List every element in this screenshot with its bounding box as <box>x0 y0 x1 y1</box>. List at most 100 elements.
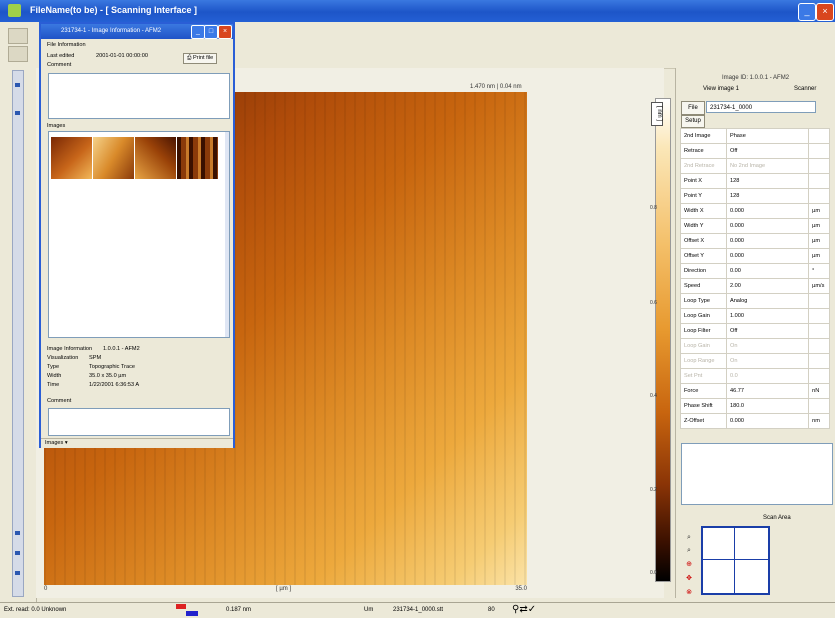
center-icon[interactable]: ⊕ <box>684 560 694 570</box>
file-window-maximize-button[interactable]: □ <box>204 25 218 39</box>
file-window-close-button[interactable]: × <box>218 25 232 39</box>
images-dropdown[interactable]: Images ▾ <box>45 440 68 446</box>
parameter-row[interactable]: Direction 0.00 ° <box>680 263 830 279</box>
title-bar: FileName(to be) - [ Scanning Interface ]… <box>0 0 835 22</box>
tool-button[interactable] <box>8 46 28 62</box>
scan-area-selector[interactable] <box>701 526 770 595</box>
parameter-name: Width X <box>680 203 727 219</box>
parameter-row[interactable]: 2nd Image Phase <box>680 128 830 144</box>
notes-box[interactable] <box>681 443 833 505</box>
info-value: SPM <box>89 355 102 361</box>
parameter-unit: µm <box>808 233 830 249</box>
parameter-value[interactable]: 0.0 <box>725 368 810 384</box>
file-name-field[interactable]: 231734-1_0000 <box>706 101 816 113</box>
move-icon[interactable]: ✥ <box>684 574 694 584</box>
zoom-out-icon[interactable]: ⌕ <box>684 546 694 556</box>
parameter-name: Width Y <box>680 218 727 234</box>
parameter-value[interactable]: 0.000 <box>725 218 810 234</box>
parameter-value[interactable]: Analog <box>725 293 810 309</box>
thumbnail-scrollbar[interactable] <box>225 132 229 337</box>
print-file-button[interactable]: ⎙ Print file <box>183 53 218 64</box>
parameter-value[interactable]: 128 <box>725 173 810 189</box>
image-thumbnail[interactable] <box>51 137 92 179</box>
parameter-value[interactable]: 2.00 <box>725 278 810 294</box>
parameter-row[interactable]: Loop Range On <box>680 353 830 369</box>
image-thumbnail[interactable] <box>135 137 176 179</box>
parameter-value[interactable]: Off <box>725 143 810 159</box>
parameter-name: Set Pnt <box>680 368 727 384</box>
parameter-value[interactable]: On <box>725 353 810 369</box>
parameter-row[interactable]: Loop Type Analog <box>680 293 830 309</box>
parameter-row[interactable]: Width X 0.000 µm <box>680 203 830 219</box>
close-button[interactable]: × <box>816 3 834 21</box>
image-comment-box[interactable] <box>48 408 230 436</box>
image-thumbnail[interactable] <box>177 137 218 179</box>
info-value: 35.0 x 35.0 µm <box>89 373 127 379</box>
parameter-row[interactable]: Loop Gain On <box>680 338 830 354</box>
parameter-value[interactable]: No 2nd Image <box>725 158 810 174</box>
parameter-row[interactable]: Force 46.77 nN <box>680 383 830 399</box>
parameter-row[interactable]: Loop Gain 1.000 <box>680 308 830 324</box>
parameter-value[interactable]: Off <box>725 323 810 339</box>
parameter-value[interactable]: 0.000 <box>725 413 810 429</box>
parameter-value[interactable]: Phase <box>725 128 810 144</box>
parameter-value[interactable]: 0.000 <box>725 248 810 264</box>
parameter-row[interactable]: Speed 2.00 µm/s <box>680 278 830 294</box>
reset-icon[interactable]: ⊗ <box>684 588 694 598</box>
colorbar-tick: 0.4 <box>650 393 657 399</box>
parameter-name: Loop Gain <box>680 338 727 354</box>
parameter-unit <box>808 323 830 339</box>
status-bar: Ext. read: 0.0 Unknown 0.187 nm Um 23173… <box>0 602 835 618</box>
parameter-name: Offset Y <box>680 248 727 264</box>
last-edited-value: 2001-01-01 00:00:00 <box>96 53 148 59</box>
ruler-marker <box>15 111 20 115</box>
parameter-row[interactable]: Offset X 0.000 µm <box>680 233 830 249</box>
file-window-title: 231734-1 - Image Information - AFM2 <box>61 28 162 34</box>
parameter-value[interactable]: 180.0 <box>725 398 810 414</box>
parameter-unit <box>808 173 830 189</box>
file-window-minimize-button[interactable]: _ <box>191 25 205 39</box>
file-information-label: File Information <box>47 42 86 48</box>
parameter-value[interactable]: 128 <box>725 188 810 204</box>
parameter-row[interactable]: 2nd Retrace No 2nd Image <box>680 158 830 174</box>
parameter-value[interactable]: 46.77 <box>725 383 810 399</box>
zoom-in-icon[interactable]: ⌕ <box>684 533 694 543</box>
parameter-row[interactable]: Point X 128 <box>680 173 830 189</box>
parameter-value[interactable]: 0.000 <box>725 233 810 249</box>
file-window-title-bar[interactable]: 231734-1 - Image Information - AFM2 _ □ … <box>41 24 233 39</box>
parameter-row[interactable]: Loop Filter Off <box>680 323 830 339</box>
parameter-unit <box>808 143 830 159</box>
parameter-value[interactable]: 0.000 <box>725 203 810 219</box>
image-thumbnail[interactable] <box>93 137 134 179</box>
minimize-button[interactable]: _ <box>798 3 816 21</box>
file-comment-box[interactable] <box>48 73 230 119</box>
parameter-row[interactable]: Retrace Off <box>680 143 830 159</box>
status-file: 231734-1_0000.stt <box>393 607 444 613</box>
parameter-value[interactable]: 1.000 <box>725 308 810 324</box>
parameter-value[interactable]: On <box>725 338 810 354</box>
parameter-row[interactable]: Phase Shift 180.0 <box>680 398 830 414</box>
colorbar-unit: [ nm ] <box>651 102 663 126</box>
parameter-value[interactable]: 0.00 <box>725 263 810 279</box>
parameter-name: Retrace <box>680 143 727 159</box>
ruler-marker <box>15 83 20 87</box>
scanner-label: Scanner <box>794 86 817 92</box>
info-value: 1/22/2001 6:36:53 A <box>89 382 140 388</box>
tool-icons[interactable]: ⚲⇄✓ <box>512 604 536 615</box>
parameter-unit <box>808 158 830 174</box>
printer-icon: ⎙ <box>187 55 192 61</box>
vertical-ruler[interactable] <box>12 70 24 597</box>
parameter-row[interactable]: Set Pnt 0.0 <box>680 368 830 384</box>
file-button[interactable]: File <box>681 101 705 115</box>
parameter-row[interactable]: Offset Y 0.000 µm <box>680 248 830 264</box>
images-label: Images <box>47 123 66 129</box>
status-indicator-red <box>176 604 186 609</box>
parameter-row[interactable]: Z-Offset 0.000 nm <box>680 413 830 429</box>
x-axis-end: 35.0 <box>515 586 527 592</box>
parameter-name: Direction <box>680 263 727 279</box>
parameter-row[interactable]: Point Y 128 <box>680 188 830 204</box>
setup-button[interactable]: Setup <box>681 115 705 128</box>
parameter-unit <box>808 128 830 144</box>
parameter-row[interactable]: Width Y 0.000 µm <box>680 218 830 234</box>
tool-button[interactable] <box>8 28 28 44</box>
